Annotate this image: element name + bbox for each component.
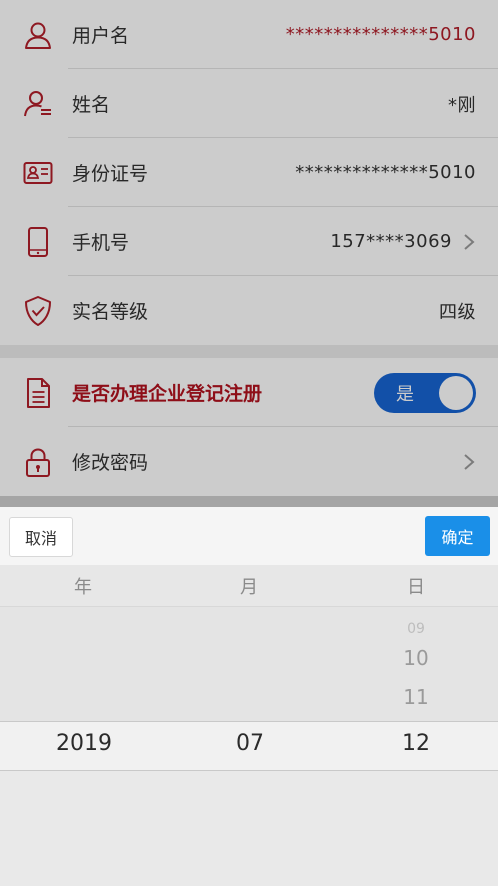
year-column-header: 年 — [74, 576, 92, 598]
selected-day[interactable]: 12 — [402, 731, 430, 756]
day-option[interactable]: 09 — [407, 621, 425, 637]
day-option[interactable]: 11 — [403, 685, 428, 709]
selected-month[interactable]: 07 — [236, 731, 264, 756]
month-column-header: 月 — [240, 576, 258, 598]
date-picker-wheel[interactable]: 09 10 11 2019 07 12 — [0, 607, 498, 886]
cancel-button[interactable]: 取消 — [9, 517, 73, 557]
selected-year[interactable]: 2019 — [56, 731, 112, 756]
date-picker-column-headers: 年 月 日 — [0, 565, 498, 607]
date-picker-toolbar: 取消 确定 — [0, 507, 498, 565]
confirm-button[interactable]: 确定 — [425, 516, 490, 556]
wheel-lower-band — [0, 771, 498, 886]
day-option[interactable]: 10 — [403, 646, 428, 670]
screen: 用户名 ***************5010 姓名 *刚 身份证号 *****… — [0, 0, 498, 886]
date-picker-sheet: 取消 确定 年 月 日 09 10 11 2019 07 12 — [0, 507, 498, 886]
day-column-header: 日 — [407, 576, 425, 598]
